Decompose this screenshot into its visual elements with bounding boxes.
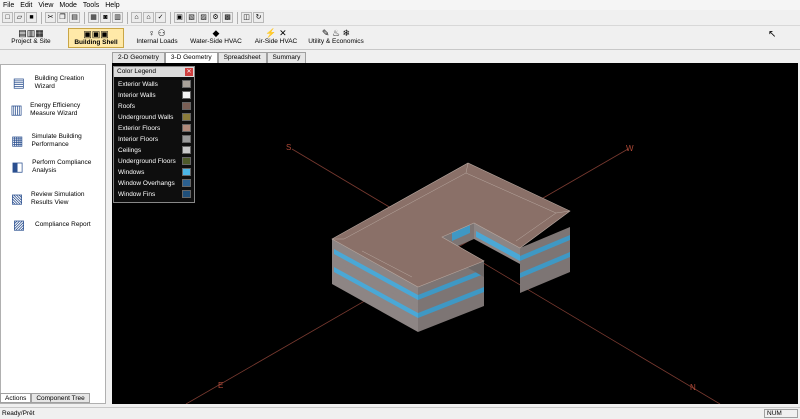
compass-label-s: S (286, 143, 291, 152)
window-icon[interactable]: ▧ (186, 12, 197, 23)
tab-actions[interactable]: Actions (0, 393, 32, 403)
action-compliance-report[interactable]: ▨ Compliance Report (9, 215, 105, 239)
grid-icon[interactable]: ▩ (222, 12, 233, 23)
menu-edit[interactable]: Edit (17, 0, 35, 10)
legend-item: Interior Floors (114, 134, 194, 145)
cut-icon[interactable]: ✂ (45, 12, 56, 23)
wizard-icon: ▤ (12, 75, 25, 90)
building-shell-icon: ▣▣▣ (83, 29, 109, 39)
view-tabs: 2-D Geometry 3-D Geometry Spreadsheet Su… (112, 52, 307, 63)
tab-spreadsheet[interactable]: Spreadsheet (217, 52, 267, 63)
legend-item: Window Fins (114, 189, 194, 200)
toolbar-separator (237, 11, 238, 24)
copy-icon[interactable]: ❐ (57, 12, 68, 23)
action-simulate-building[interactable]: ▦ Simulate Building Performance (9, 131, 105, 155)
refresh-icon[interactable]: ↻ (253, 12, 264, 23)
toolbar-separator (41, 11, 42, 24)
legend-title: Color Legend (117, 68, 157, 75)
action-review-results[interactable]: ▧ Review Simulation Results View (9, 189, 105, 213)
legend-item: Ceilings (114, 145, 194, 156)
water-side-hvac-icon: ◆ (212, 28, 220, 38)
results-view-icon: ▧ (10, 191, 24, 206)
check-icon[interactable]: ✓ (155, 12, 166, 23)
air-side-hvac-icon: ⚡ ✕ (265, 28, 287, 38)
tab-2d-geometry[interactable]: 2-D Geometry (112, 52, 165, 63)
tab-3d-geometry[interactable]: 3-D Geometry (164, 52, 218, 63)
new-file-icon[interactable]: □ (2, 12, 13, 23)
ribbon-utility-economics[interactable]: ✎ ♨ ❄ Utility & Economics (306, 28, 366, 48)
toolbar-separator (127, 11, 128, 24)
print-icon[interactable]: ▦ (88, 12, 99, 23)
legend-item: Underground Walls (114, 112, 194, 123)
status-text: Ready/Prêt (2, 410, 35, 417)
ribbon-project-site[interactable]: ▤▥▦ Project & Site (4, 28, 58, 48)
actions-panel: ▤ Building Creation Wizard ▥ Energy Effi… (0, 64, 106, 404)
menu-mode[interactable]: Mode (56, 0, 80, 10)
building-icon[interactable]: ▥ (112, 12, 123, 23)
tab-component-tree[interactable]: Component Tree (31, 393, 90, 403)
menu-view[interactable]: View (35, 0, 56, 10)
compass-label-e: E (218, 381, 223, 390)
toolbar-separator (84, 11, 85, 24)
legend-item: Windows (114, 167, 194, 178)
menu-tools[interactable]: Tools (80, 0, 102, 10)
left-panel-tabs: Actions Component Tree (0, 393, 106, 403)
menu-help[interactable]: Help (102, 0, 122, 10)
legend-item: Window Overhangs (114, 178, 194, 189)
tab-summary[interactable]: Summary (266, 52, 307, 63)
internal-loads-icon: ♀ ⚇ (148, 28, 166, 38)
compliance-analysis-icon: ◧ (11, 159, 24, 174)
simulate-icon: ▦ (11, 133, 24, 148)
ribbon-internal-loads[interactable]: ♀ ⚇ Internal Loads (132, 28, 182, 48)
toolbar-separator (170, 11, 171, 24)
geometry-3d-viewport[interactable]: S W E N (112, 63, 798, 405)
utility-economics-icon: ✎ ♨ ❄ (321, 28, 351, 38)
mouse-cursor-icon: ↖ (768, 29, 777, 40)
legend-title-bar[interactable]: Color Legend ✕ (114, 67, 194, 77)
mode-ribbon: ▤▥▦ Project & Site ▣▣▣ Building Shell ♀ … (0, 26, 800, 50)
wall-icon[interactable]: ▣ (174, 12, 185, 23)
shading-icon[interactable]: ▨ (198, 12, 209, 23)
status-bar: Ready/Prêt NUM (0, 407, 800, 419)
compliance-report-icon: ▨ (12, 217, 26, 232)
export-icon[interactable]: ◫ (241, 12, 252, 23)
toolbar: □ ▱ ■ ✂ ❐ ▤ ▦ ◙ ▥ ⌂ ⌂ ✓ ▣ ▧ ▨ ⚙ ▩ ◫ ↻ (0, 10, 800, 26)
legend-body: Exterior Walls Interior Walls Roofs Unde… (114, 77, 194, 202)
building-zones-icon[interactable]: ⌂ (131, 12, 142, 23)
num-lock-indicator: NUM (764, 409, 798, 418)
action-building-creation-wizard[interactable]: ▤ Building Creation Wizard (9, 73, 105, 97)
open-folder-icon[interactable]: ▱ (14, 12, 25, 23)
project-site-icon: ▤▥▦ (18, 28, 44, 38)
legend-item: Interior Walls (114, 90, 194, 101)
action-energy-efficiency-wizard[interactable]: ▥ Energy Efficiency Measure Wizard (9, 100, 105, 124)
menu-file[interactable]: File (0, 0, 17, 10)
compass-label-n: N (690, 383, 696, 392)
color-legend-window[interactable]: Color Legend ✕ Exterior Walls Interior W… (113, 66, 195, 203)
building-shell-icon[interactable]: ⌂ (143, 12, 154, 23)
ribbon-building-shell[interactable]: ▣▣▣ Building Shell (68, 28, 124, 48)
print-preview-icon[interactable]: ◙ (100, 12, 111, 23)
ribbon-air-side-hvac[interactable]: ⚡ ✕ Air-Side HVAC (252, 28, 300, 48)
paste-icon[interactable]: ▤ (69, 12, 80, 23)
efficiency-wizard-icon: ▥ (10, 102, 23, 117)
save-icon[interactable]: ■ (26, 12, 37, 23)
close-icon[interactable]: ✕ (185, 68, 193, 76)
ribbon-water-side-hvac[interactable]: ◆ Water-Side HVAC (188, 28, 244, 48)
settings-icon[interactable]: ⚙ (210, 12, 221, 23)
legend-item: Roofs (114, 101, 194, 112)
menu-bar: File Edit View Mode Tools Help (0, 0, 800, 10)
compass-label-w: W (626, 144, 634, 153)
legend-item: Underground Floors (114, 156, 194, 167)
building-3d-view: S W E N (185, 143, 721, 405)
legend-item: Exterior Walls (114, 79, 194, 90)
action-compliance-analysis[interactable]: ◧ Perform Compliance Analysis (9, 157, 105, 181)
legend-item: Exterior Floors (114, 123, 194, 134)
